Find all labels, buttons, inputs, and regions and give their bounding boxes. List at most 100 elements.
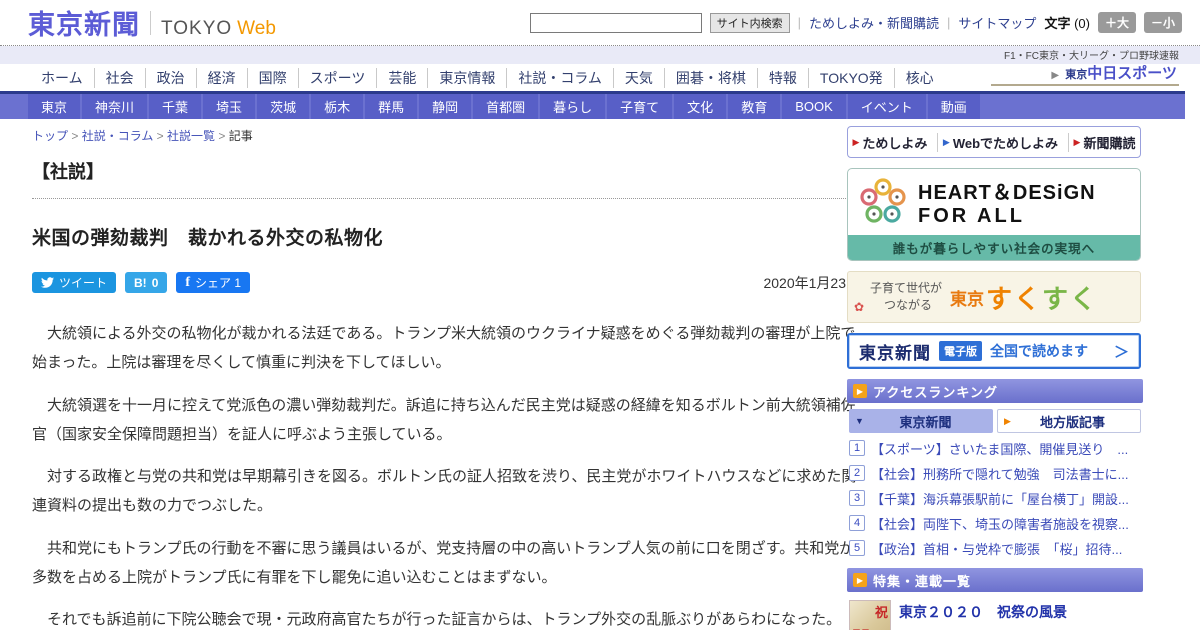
primary-nav-item[interactable]: 核心: [895, 68, 945, 88]
features-widget: ▶ 特集・連載一覧 祝 風景 東京２０２０ 祝祭の風景: [847, 568, 1143, 630]
fontsize-larger-button[interactable]: ＋大: [1097, 12, 1136, 33]
primary-nav-item[interactable]: 社説・コラム: [507, 67, 614, 88]
twitter-icon: [41, 277, 54, 288]
site-search-button[interactable]: サイト内検索: [709, 12, 790, 33]
secondary-nav-item[interactable]: 首都圏: [473, 94, 539, 119]
facebook-icon: f: [185, 274, 191, 290]
arrow-right-icon: ▶: [853, 384, 867, 398]
arrow-right-icon: ▶: [852, 136, 860, 147]
chunichi-sports-logo: ▶ 東京中日スポーツ: [991, 62, 1179, 86]
header-utilities: サイト内検索 | ためしよみ・新聞購読 | サイトマップ 文字 (0) ＋大 －…: [529, 12, 1182, 33]
sitemap-link[interactable]: サイトマップ: [958, 13, 1036, 32]
ranking-item[interactable]: 1 【スポーツ】さいたま国際、開催見送り ...: [849, 439, 1143, 458]
arrow-right-icon: ▶: [942, 136, 950, 147]
secondary-nav-item[interactable]: 千葉: [149, 94, 202, 119]
ranking-tab-tokyo[interactable]: ▼ 東京新聞: [849, 409, 993, 433]
primary-nav-item[interactable]: ホーム: [30, 67, 95, 88]
feature-item[interactable]: 祝 風景 東京２０２０ 祝祭の風景: [849, 600, 1143, 630]
trial-link[interactable]: ▶ ためしよみ: [852, 132, 939, 152]
sidebar: ▶ ためしよみ ▶ Webでためしよみ ▶ 新聞購読 HEART＆DESiGN …: [845, 119, 1143, 630]
denshiban-brand: 東京新聞: [859, 343, 931, 363]
site-logo[interactable]: 東京新聞 TOKYO Web: [28, 3, 276, 42]
features-title: 特集・連載一覧: [873, 573, 972, 589]
facebook-share-button[interactable]: f シェア 1: [176, 272, 251, 293]
secondary-nav-item[interactable]: 教育: [728, 94, 781, 119]
ranking-item-text: 【社会】刑務所で隠れて勉強 司法書士に...: [871, 467, 1129, 482]
trial-link[interactable]: ▶ 新聞購読: [1074, 133, 1136, 152]
features-header: ▶ 特集・連載一覧: [847, 568, 1143, 592]
secondary-nav-item[interactable]: 子育て: [607, 94, 673, 119]
denshiban-banner[interactable]: 東京新聞 電子版 全国で読めます ＞: [847, 333, 1141, 369]
sports-logo-main: 中日スポーツ: [1087, 65, 1177, 82]
trial-subscription-link[interactable]: ためしよみ・新聞購読: [809, 13, 939, 32]
ranking-widget: ▶ アクセスランキング ▼ 東京新聞 ▶ 地方版記事 1 【スポーツ】さいたま国…: [847, 379, 1143, 558]
facebook-button-label: シェア 1: [195, 276, 242, 290]
chunichi-sports-banner[interactable]: F1・FC東京・大リーグ・プロ野球速報 ▶ 東京中日スポーツ: [991, 47, 1179, 86]
ranking-tab-regional[interactable]: ▶ 地方版記事: [997, 409, 1141, 433]
ranking-tab-label: 東京新聞: [899, 414, 952, 430]
secondary-nav-item[interactable]: 動画: [927, 94, 980, 119]
feature-item-title: 東京２０２０ 祝祭の風景: [899, 604, 1067, 620]
ranking-item[interactable]: 2 【社会】刑務所で隠れて勉強 司法書士に...: [849, 464, 1143, 483]
secondary-nav-item[interactable]: 暮らし: [540, 94, 606, 119]
primary-nav-item[interactable]: スポーツ: [299, 67, 378, 88]
breadcrumb-item[interactable]: 社説一覧: [167, 129, 229, 143]
breadcrumb-item[interactable]: トップ: [32, 129, 82, 143]
ranking-item-text: 【社会】両陛下、埼玉の障害者施設を視察...: [871, 517, 1129, 532]
secondary-nav-item[interactable]: 東京: [28, 94, 81, 119]
flower-logo-icon: [860, 178, 906, 223]
primary-nav-item[interactable]: 囲碁・将棋: [665, 67, 758, 88]
ranking-item[interactable]: 5 【政治】首相・与党枠で膨張 「桜」招待...: [849, 539, 1143, 558]
chevron-right-icon: ＞: [1113, 343, 1129, 361]
primary-nav-item[interactable]: TOKYO発: [809, 67, 895, 88]
trial-link[interactable]: ▶ Webでためしよみ: [942, 132, 1070, 152]
ranking-item[interactable]: 4 【社会】両陛下、埼玉の障害者施設を視察...: [849, 514, 1143, 533]
chevron-down-icon: ▼: [855, 416, 864, 426]
breadcrumb-item[interactable]: 社説・コラム: [82, 129, 167, 143]
secondary-nav-item[interactable]: BOOK: [782, 94, 846, 119]
denshiban-text: 全国で読めます: [990, 343, 1088, 359]
primary-nav-item[interactable]: 国際: [248, 67, 299, 88]
primary-nav-item[interactable]: 社会: [95, 67, 146, 88]
article-paragraph: 大統領による外交の私物化が裁かれる法廷である。トランプ米大統領のウクライナ疑惑を…: [32, 325, 856, 372]
tweet-button[interactable]: ツイート: [32, 272, 117, 293]
flower-icon: ✿: [854, 300, 865, 314]
ranking-list: 1 【スポーツ】さいたま国際、開催見送り ... 2 【社会】刑務所で隠れて勉強…: [847, 437, 1143, 558]
hatena-bookmark-button[interactable]: B! 0: [125, 272, 168, 293]
primary-nav-item[interactable]: 東京情報: [428, 67, 508, 88]
secondary-nav-item[interactable]: 埼玉: [203, 94, 256, 119]
secondary-nav-item[interactable]: 文化: [674, 94, 727, 119]
rank-number-badge: 5: [849, 540, 865, 556]
thumb-text: 祝: [874, 605, 888, 620]
logo-text-tokyo: TOKYO: [161, 18, 233, 39]
secondary-nav-item[interactable]: 静岡: [419, 94, 472, 119]
sukusuku-banner[interactable]: ✿ 子育て世代が つながる 東京 すくすく: [847, 271, 1141, 323]
primary-nav-item[interactable]: 芸能: [377, 67, 429, 88]
fontsize-smaller-button[interactable]: －小: [1143, 12, 1182, 33]
primary-nav-item[interactable]: 経済: [197, 67, 248, 88]
sukusuku-brand-prefix: 東京: [950, 289, 985, 309]
logo-divider: [150, 10, 151, 35]
secondary-nav-item[interactable]: 茨城: [257, 94, 310, 119]
secondary-nav-item[interactable]: 栃木: [311, 94, 364, 119]
ranking-item[interactable]: 3 【千葉】海浜幕張駅前に「屋台横丁」開設...: [849, 489, 1143, 508]
arrow-right-icon: ▶: [1004, 415, 1011, 426]
secondary-nav-item[interactable]: 神奈川: [82, 94, 148, 119]
logo-text-web: Web: [237, 18, 276, 39]
fontsize-count: (0): [1074, 16, 1090, 31]
primary-nav-bar: ホーム 社会 政治 経済 国際 スポーツ 芸能 東京情報 社説・コラム 天気 囲…: [0, 51, 1185, 94]
primary-nav-item[interactable]: 政治: [146, 67, 197, 88]
sports-note: F1・FC東京・大リーグ・プロ野球速報: [1004, 51, 1179, 62]
rank-number-badge: 1: [849, 440, 865, 456]
secondary-nav-item[interactable]: イベント: [847, 94, 926, 119]
share-row: ツイート B! 0 f シェア 1 2020年1月23日: [32, 272, 860, 293]
breadcrumb-item[interactable]: 記事: [229, 129, 253, 143]
hatena-icon: B!: [134, 275, 147, 290]
primary-nav-item[interactable]: 特報: [758, 67, 809, 88]
trial-links-box: ▶ ためしよみ ▶ Webでためしよみ ▶ 新聞購読: [847, 126, 1141, 158]
primary-nav-item[interactable]: 天気: [614, 67, 665, 88]
heart-design-banner[interactable]: HEART＆DESiGN FOR ALL 誰もが暮らしやすい社会の実現へ: [847, 168, 1141, 261]
secondary-nav-item[interactable]: 群馬: [365, 94, 418, 119]
search-input[interactable]: [529, 12, 702, 33]
sukusuku-brand: すくすく: [986, 283, 1099, 314]
